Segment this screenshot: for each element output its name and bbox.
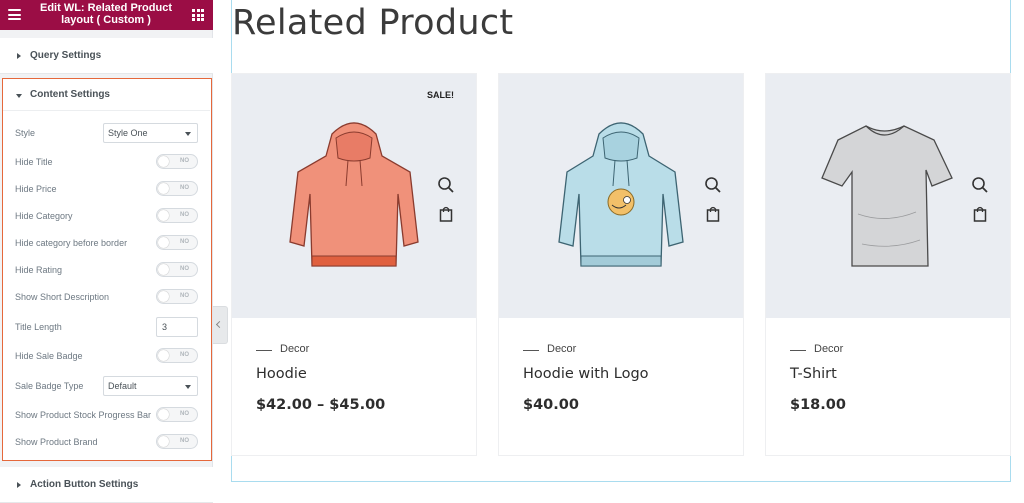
category-divider [256, 350, 272, 351]
show-short-description-toggle[interactable]: NO [156, 289, 198, 304]
style-select[interactable]: Style One [103, 123, 198, 143]
title-length-label: Title Length [15, 322, 62, 332]
product-card[interactable]: SALE! Decor Hoodie $42.00 – $45.00 [231, 73, 477, 456]
widgets-grid-icon[interactable] [192, 9, 204, 21]
hide-title-label: Hide Title [15, 157, 53, 167]
caret-right-icon [17, 482, 21, 488]
hide-category-toggle[interactable]: NO [156, 208, 198, 223]
chevron-down-icon [185, 132, 191, 136]
hide-category-border-label: Hide category before border [15, 238, 128, 248]
product-name[interactable]: T-Shirt [790, 366, 837, 382]
sale-badge: SALE! [427, 90, 454, 100]
product-name[interactable]: Hoodie [256, 366, 307, 382]
show-product-brand-toggle[interactable]: NO [156, 434, 198, 449]
product-image[interactable] [766, 74, 1010, 318]
category-divider [523, 350, 539, 351]
sale-badge-type-label: Sale Badge Type [15, 381, 84, 391]
section-action-button-settings[interactable]: Action Button Settings [0, 467, 213, 503]
shopping-bag-icon[interactable] [706, 206, 720, 222]
product-price: $40.00 [523, 397, 579, 413]
hide-price-toggle[interactable]: NO [156, 181, 198, 196]
collapse-panel-button[interactable] [213, 306, 228, 344]
sale-badge-type-value: Default [108, 381, 137, 391]
caret-right-icon [17, 53, 21, 59]
hide-sale-badge-toggle[interactable]: NO [156, 348, 198, 363]
chevron-left-icon [215, 320, 224, 329]
show-stock-progress-label: Show Product Stock Progress Bar [15, 410, 152, 420]
product-card[interactable]: Decor Hoodie with Logo $40.00 [498, 73, 744, 456]
divider [3, 110, 210, 111]
category-divider [790, 350, 806, 351]
section-label: Query Settings [30, 50, 102, 61]
hoodie-blue-image [558, 122, 684, 267]
hide-category-border-toggle[interactable]: NO [156, 235, 198, 250]
product-category[interactable]: Decor [814, 343, 843, 355]
editor-panel: Edit WL: Related Product layout ( Custom… [0, 0, 213, 503]
show-stock-progress-toggle[interactable]: NO [156, 407, 198, 422]
hide-rating-toggle[interactable]: NO [156, 262, 198, 277]
hide-category-label: Hide Category [15, 211, 73, 221]
hide-sale-badge-label: Hide Sale Badge [15, 351, 83, 361]
hoodie-orange-image [289, 122, 419, 267]
hide-rating-label: Hide Rating [15, 265, 63, 275]
tshirt-grey-image [821, 125, 953, 267]
shopping-bag-icon[interactable] [439, 206, 453, 222]
chevron-down-icon [185, 385, 191, 389]
product-category[interactable]: Decor [547, 343, 576, 355]
style-label: Style [15, 128, 36, 138]
section-label[interactable]: Content Settings [30, 89, 110, 100]
title-length-input[interactable]: 3 [156, 317, 198, 337]
product-image[interactable]: SALE! [232, 74, 476, 318]
search-icon[interactable] [437, 176, 455, 194]
caret-down-icon[interactable] [16, 94, 22, 98]
product-image[interactable] [499, 74, 743, 318]
hide-price-label: Hide Price [15, 184, 57, 194]
editor-screen: Edit WL: Related Product layout ( Custom… [0, 0, 1024, 503]
style-select-value: Style One [108, 128, 148, 138]
show-short-description-label: Show Short Description [15, 292, 110, 302]
sale-badge-type-select[interactable]: Default [103, 376, 198, 396]
search-icon[interactable] [704, 176, 722, 194]
show-product-brand-label: Show Product Brand [15, 437, 98, 447]
product-price: $18.00 [790, 397, 846, 413]
menu-icon[interactable] [8, 9, 21, 20]
page-title: Related Product [232, 3, 514, 43]
search-icon[interactable] [971, 176, 989, 194]
shopping-bag-icon[interactable] [973, 206, 987, 222]
product-card[interactable]: Decor T-Shirt $18.00 [765, 73, 1011, 456]
product-price: $42.00 – $45.00 [256, 397, 386, 413]
section-query-settings[interactable]: Query Settings [0, 38, 213, 74]
product-category[interactable]: Decor [280, 343, 309, 355]
product-name[interactable]: Hoodie with Logo [523, 366, 649, 382]
panel-header: Edit WL: Related Product layout ( Custom… [0, 0, 213, 30]
section-content-settings: Content Settings Style Style One Hide Ti… [2, 78, 212, 461]
panel-title: Edit WL: Related Product layout ( Custom… [40, 2, 172, 26]
hide-title-toggle[interactable]: NO [156, 154, 198, 169]
section-label: Action Button Settings [30, 479, 139, 490]
